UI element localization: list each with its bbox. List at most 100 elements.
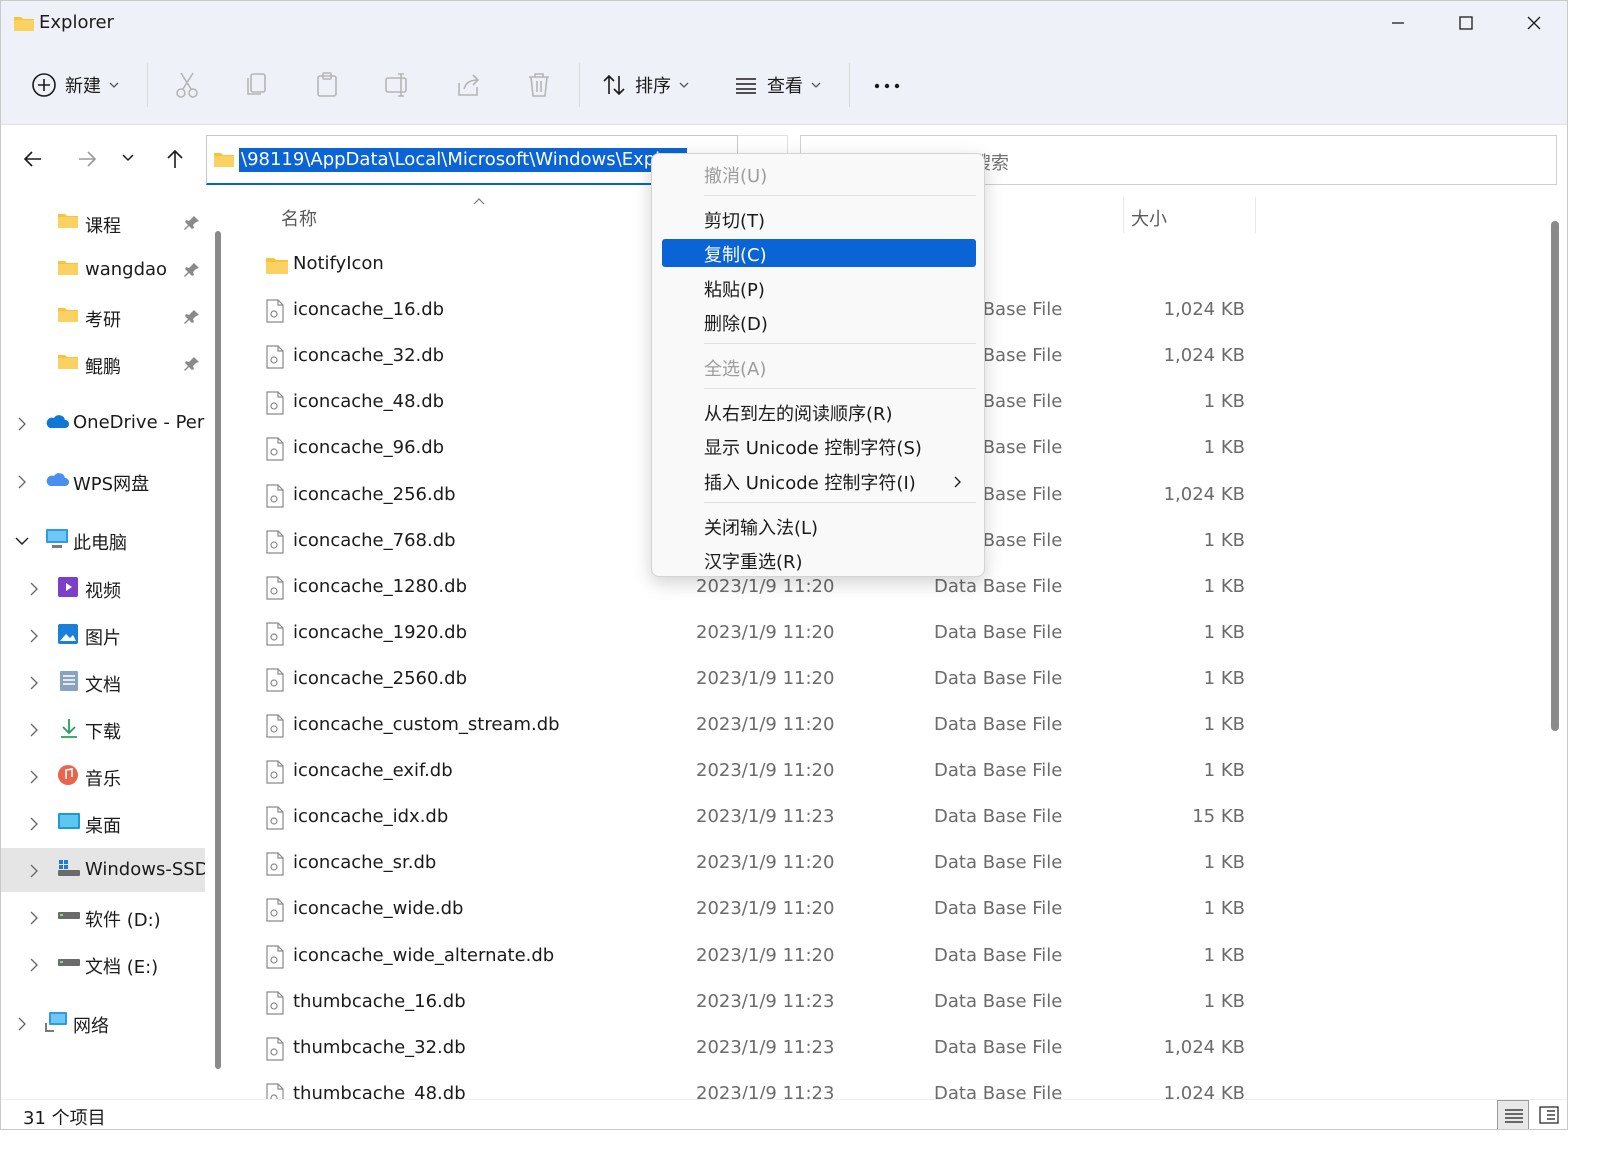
- sidebar-item-drive-e[interactable]: 文档 (E:): [1, 942, 205, 986]
- maximize-button[interactable]: [1431, 1, 1501, 45]
- sidebar-item-label: 软件 (D:): [85, 910, 161, 931]
- file-row[interactable]: thumbcache_32.db 2023/1/9 11:23 Data Base …: [235, 1027, 1547, 1073]
- sidebar-item-label: 音乐: [85, 769, 121, 790]
- new-button[interactable]: 新建: [31, 61, 119, 109]
- copy-icon[interactable]: [243, 71, 271, 99]
- file-size: 1 KB: [1203, 391, 1245, 413]
- chevron-right-icon[interactable]: [29, 770, 39, 784]
- sidebar-item-label: 桌面: [85, 816, 121, 837]
- menu-item-reconversion[interactable]: 汉字重选(R): [662, 546, 976, 574]
- details-view-button[interactable]: [1497, 1100, 1529, 1129]
- sidebar-item-desktop[interactable]: 桌面: [1, 801, 205, 845]
- sidebar-item-network[interactable]: 网络: [1, 1001, 205, 1045]
- sidebar-item-drive-d[interactable]: 软件 (D:): [1, 895, 205, 939]
- chevron-right-icon[interactable]: [29, 723, 39, 737]
- menu-item-paste[interactable]: 粘贴(P): [662, 274, 976, 302]
- details-view-icon: [1505, 1109, 1523, 1123]
- file-icon: [266, 668, 284, 692]
- menu-item-cut[interactable]: 剪切(T): [662, 205, 976, 233]
- file-date: 2023/1/9 11:23: [696, 1036, 835, 1058]
- cloud-icon: [46, 415, 69, 428]
- file-type: Data Base File: [934, 714, 1063, 735]
- sidebar-item-wps[interactable]: WPS网盘: [1, 459, 205, 503]
- tiles-view-button[interactable]: [1533, 1100, 1563, 1129]
- menu-item-label: 从右到左的阅读顺序(R): [704, 404, 893, 425]
- file-row[interactable]: thumbcache_48.db 2023/1/9 11:23 Data Base …: [235, 1073, 1547, 1099]
- file-row[interactable]: iconcache_wide_alternate.db 2023/1/9 11:2…: [235, 935, 1547, 981]
- up-arrow-icon[interactable]: [163, 147, 187, 171]
- sidebar-item-kaoyan[interactable]: 考研: [1, 295, 205, 339]
- file-size: 1 KB: [1203, 898, 1245, 920]
- menu-item-copy[interactable]: 复制(C): [662, 239, 976, 267]
- chevron-right-icon[interactable]: [29, 676, 39, 690]
- chevron-right-icon[interactable]: [29, 911, 39, 925]
- more-options-icon[interactable]: [873, 81, 901, 91]
- menu-item-insert-unicode[interactable]: 插入 Unicode 控制字符(I): [662, 467, 976, 495]
- file-row[interactable]: iconcache_wide.db 2023/1/9 11:20 Data Base…: [235, 888, 1547, 934]
- sidebar-item-videos[interactable]: 视频: [1, 566, 205, 610]
- column-divider[interactable]: [1123, 197, 1124, 233]
- sidebar-item-wangdao[interactable]: wangdao: [1, 248, 205, 292]
- file-size: 1 KB: [1203, 852, 1245, 874]
- minimize-icon: [1392, 22, 1404, 24]
- sidebar-item-label: 此电脑: [73, 533, 127, 554]
- share-icon[interactable]: [455, 71, 483, 99]
- sidebar-item-windows-ssd[interactable]: Windows-SSD: [1, 848, 205, 892]
- navigation-pane: 课程 wangdao 考研 鲲鹏 OneDrive - Pers WPS网盘 此…: [1, 195, 211, 1099]
- menu-item-undo[interactable]: 撤消(U): [662, 160, 976, 188]
- column-header-size[interactable]: 大小: [1131, 205, 1167, 231]
- menu-item-select-all[interactable]: 全选(A): [662, 353, 976, 381]
- file-icon: [266, 760, 284, 784]
- file-row[interactable]: thumbcache_16.db 2023/1/9 11:23 Data Base …: [235, 981, 1547, 1027]
- chevron-down-icon[interactable]: [15, 536, 29, 546]
- chevron-right-icon[interactable]: [17, 1017, 27, 1031]
- sidebar-item-music[interactable]: 音乐: [1, 754, 205, 798]
- file-icon: [266, 529, 284, 554]
- sidebar-item-course[interactable]: 课程: [1, 201, 205, 245]
- file-size: 1 KB: [1203, 529, 1245, 551]
- file-row[interactable]: iconcache_1920.db 2023/1/9 11:20 Data Base…: [235, 612, 1547, 658]
- sidebar-item-thispc[interactable]: 此电脑: [1, 518, 205, 562]
- menu-separator: [704, 343, 976, 344]
- menu-item-close-ime[interactable]: 关闭输入法(L): [662, 512, 976, 540]
- menu-item-show-unicode[interactable]: 显示 Unicode 控制字符(S): [662, 432, 976, 460]
- close-button[interactable]: [1499, 1, 1567, 45]
- file-row[interactable]: iconcache_custom_stream.db 2023/1/9 11:20…: [235, 704, 1547, 750]
- file-row[interactable]: iconcache_2560.db 2023/1/9 11:20 Data Base…: [235, 658, 1547, 704]
- folder-icon: [58, 261, 78, 275]
- chevron-right-icon[interactable]: [29, 864, 39, 878]
- cut-icon[interactable]: [173, 71, 201, 99]
- sidebar-item-downloads[interactable]: 下载: [1, 707, 205, 751]
- menu-item-rtl-reading[interactable]: 从右到左的阅读顺序(R): [662, 398, 976, 426]
- chevron-right-icon[interactable]: [29, 817, 39, 831]
- column-header-name[interactable]: 名称: [281, 205, 317, 231]
- menu-item-delete[interactable]: 删除(D): [662, 308, 976, 336]
- chevron-right-icon[interactable]: [29, 582, 39, 596]
- minimize-button[interactable]: [1363, 1, 1433, 45]
- sidebar-item-documents[interactable]: 文档: [1, 660, 205, 704]
- recent-locations-chevron-icon[interactable]: [121, 153, 135, 163]
- forward-arrow-icon[interactable]: [75, 147, 99, 171]
- rename-icon[interactable]: [383, 71, 411, 99]
- file-list-scrollbar[interactable]: [1551, 221, 1559, 731]
- sort-button[interactable]: 排序: [601, 61, 689, 109]
- new-label: 新建: [65, 76, 101, 97]
- sidebar-item-onedrive[interactable]: OneDrive - Pers: [1, 401, 205, 445]
- sidebar-scrollbar[interactable]: [215, 231, 221, 1069]
- chevron-right-icon[interactable]: [29, 958, 39, 972]
- file-row[interactable]: iconcache_sr.db 2023/1/9 11:20 Data Base F…: [235, 842, 1547, 888]
- chevron-right-icon[interactable]: [17, 475, 27, 489]
- paste-icon[interactable]: [313, 71, 341, 99]
- column-divider[interactable]: [1255, 197, 1256, 233]
- address-path-text[interactable]: \98119\AppData\Local\Microsoft\Windows\E…: [239, 148, 687, 172]
- sidebar-item-pictures[interactable]: 图片: [1, 613, 205, 657]
- file-row[interactable]: iconcache_exif.db 2023/1/9 11:20 Data Base…: [235, 750, 1547, 796]
- chevron-right-icon[interactable]: [29, 629, 39, 643]
- file-row[interactable]: iconcache_idx.db 2023/1/9 11:23 Data Base …: [235, 796, 1547, 842]
- file-type: Data Base File: [934, 806, 1063, 828]
- sidebar-item-kunpeng[interactable]: 鲲鹏: [1, 342, 205, 386]
- chevron-right-icon[interactable]: [17, 417, 27, 431]
- back-arrow-icon[interactable]: [21, 147, 45, 171]
- view-button[interactable]: 查看: [733, 61, 821, 109]
- delete-icon[interactable]: [525, 71, 553, 99]
